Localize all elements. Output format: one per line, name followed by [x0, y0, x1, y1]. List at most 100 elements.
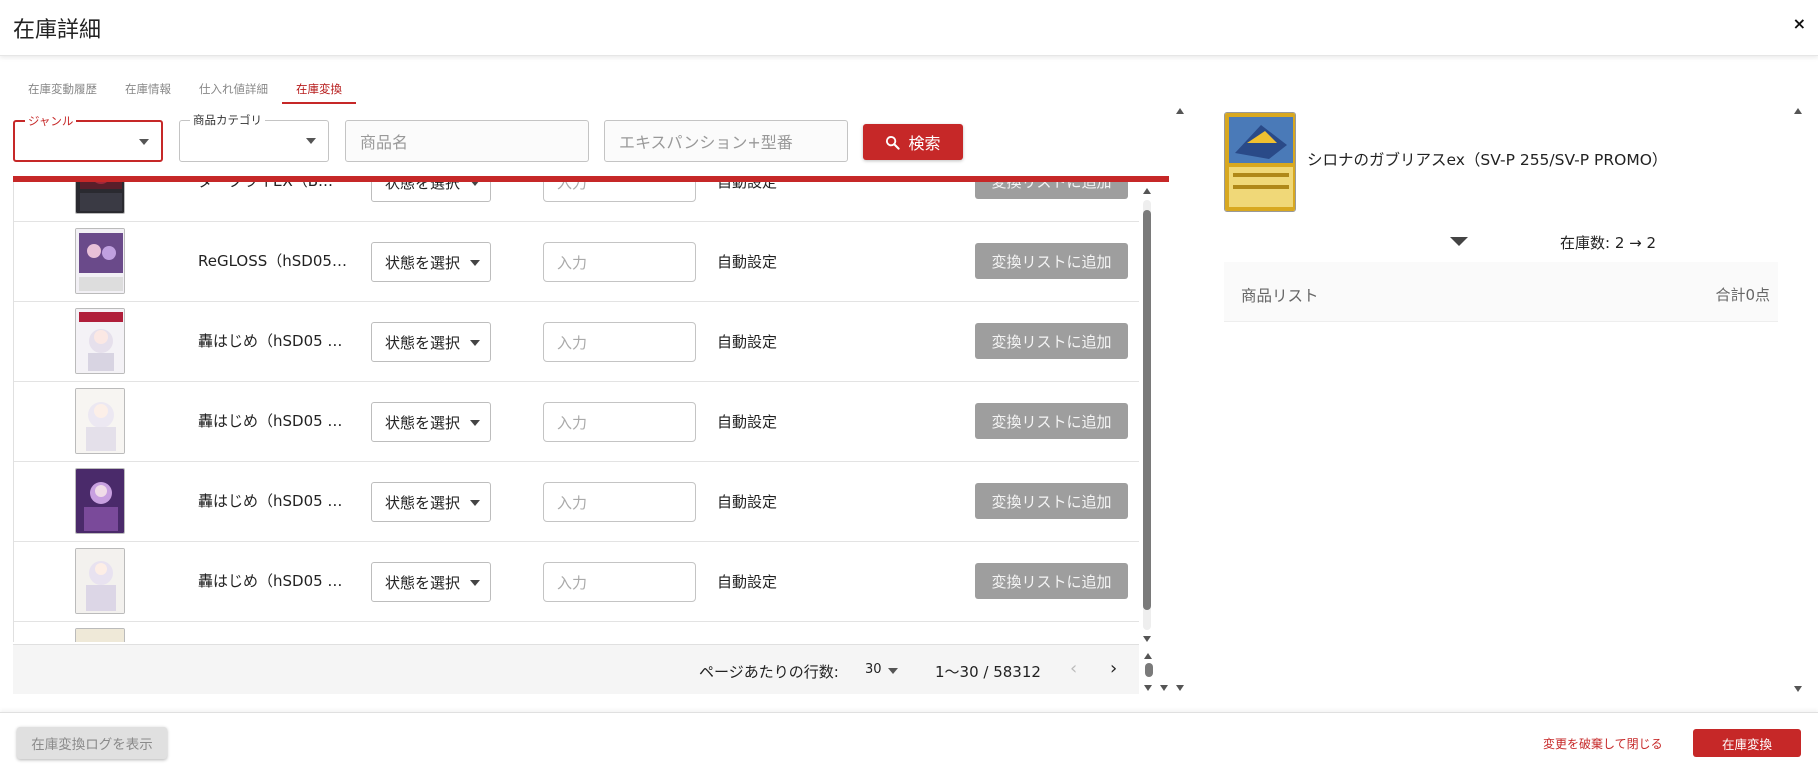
stock-count: 在庫数: 2 → 2	[1560, 234, 1657, 252]
add-to-conversion-list-button[interactable]: 変換リストに追加	[975, 563, 1128, 599]
convert-stock-button[interactable]: 在庫変換	[1693, 729, 1801, 757]
rows-per-page-label: ページあたりの行数:	[699, 663, 839, 681]
product-list-total: 合計0点	[1715, 286, 1770, 304]
next-page-icon[interactable]: ›	[1110, 658, 1117, 679]
rows-per-page-select[interactable]: 30	[865, 662, 882, 677]
product-table: ダークライEX（B… 状態を選択 入力 自動設定 変換リストに追加 ReGLOS…	[13, 182, 1139, 642]
price-auto-setting: 自動設定	[717, 182, 778, 191]
tab-stock-conversion[interactable]: 在庫変換	[282, 78, 356, 104]
scroll-up-icon[interactable]	[1794, 108, 1802, 114]
search-label: 検索	[908, 134, 941, 153]
expansion-input[interactable]: エキスパンション+型番	[604, 120, 848, 162]
chevron-down-icon[interactable]	[888, 668, 898, 674]
expansion-placeholder: エキスパンション+型番	[619, 133, 793, 152]
chevron-down-icon	[470, 500, 480, 506]
quantity-placeholder: 入力	[557, 333, 588, 352]
product-name: 轟はじめ（hSD05 …	[198, 492, 343, 510]
search-button[interactable]: 検索	[863, 124, 963, 160]
scrollbar-thumb[interactable]	[1143, 300, 1151, 610]
chevron-down-icon	[139, 139, 149, 145]
add-to-conversion-list-button[interactable]: 変換リストに追加	[975, 182, 1128, 199]
condition-select[interactable]: 状態を選択	[371, 182, 491, 202]
quantity-input[interactable]: 入力	[543, 242, 696, 282]
filter-bar: ジャンル 商品カテゴリ 商品名 エキスパンション+型番 検索	[13, 106, 1184, 180]
quantity-placeholder: 入力	[557, 413, 588, 432]
scroll-up-icon[interactable]	[1143, 188, 1151, 194]
condition-select-label: 状態を選択	[385, 573, 461, 592]
show-conversion-log-button[interactable]: 在庫変換ログを表示	[17, 727, 167, 759]
category-label: 商品カテゴリ	[190, 112, 265, 128]
table-row: 轟はじめ（hSD05 … 状態を選択 入力 自動設定 変換リストに追加	[14, 462, 1139, 542]
product-list-title: 商品リスト	[1241, 287, 1319, 305]
category-select[interactable]: 商品カテゴリ	[179, 112, 329, 162]
product-name: 轟はじめ（hSD05 …	[198, 572, 343, 590]
condition-select[interactable]: 状態を選択	[371, 322, 491, 362]
prev-page-icon[interactable]: ‹	[1070, 658, 1077, 679]
product-thumbnail	[75, 548, 125, 614]
quantity-placeholder: 入力	[557, 253, 588, 272]
quantity-input[interactable]: 入力	[543, 322, 696, 362]
condition-select-label: 状態を選択	[385, 413, 461, 432]
tab-stock-info[interactable]: 在庫情報	[111, 78, 185, 104]
table-row: 轟はじめ（hSD05 … 状態を選択 入力 自動設定 変換リストに追加	[14, 302, 1139, 382]
page-range: 1〜30 / 58312	[935, 663, 1041, 681]
price-auto-setting: 自動設定	[717, 493, 778, 511]
price-auto-setting: 自動設定	[717, 413, 778, 431]
condition-select[interactable]: 状態を選択	[371, 482, 491, 522]
product-name: ダークライEX（B…	[198, 182, 348, 191]
product-thumbnail	[75, 628, 125, 642]
product-name: ReGLOSS（hSD05 …	[198, 252, 348, 270]
scroll-down-icon[interactable]	[1144, 685, 1152, 691]
panel-scroll-up-icon[interactable]	[1176, 108, 1184, 114]
tab-purchase-price[interactable]: 仕入れ値詳細	[185, 78, 282, 104]
product-name: 轟はじめ（hSD05 …	[198, 332, 343, 350]
quantity-input[interactable]: 入力	[543, 482, 696, 522]
scroll-down-icon[interactable]	[1176, 685, 1184, 691]
condition-select[interactable]: 状態を選択	[371, 402, 491, 442]
table-row: 轟はじめ（hSD05 … 状態を選択 入力 自動設定 変換リストに追加	[14, 382, 1139, 462]
quantity-input[interactable]: 入力	[543, 402, 696, 442]
pagination-bar: ページあたりの行数: 30 1〜30 / 58312 ‹ ›	[13, 644, 1184, 694]
quantity-placeholder: 入力	[557, 493, 588, 512]
quantity-placeholder: 入力	[557, 573, 588, 592]
condition-select-label: 状態を選択	[385, 333, 461, 352]
tab-stock-history[interactable]: 在庫変動履歴	[14, 78, 111, 104]
scroll-down-icon[interactable]	[1794, 686, 1802, 692]
add-to-conversion-list-button[interactable]: 変換リストに追加	[975, 403, 1128, 439]
scroll-down-icon[interactable]	[1160, 685, 1168, 691]
scroll-up-icon[interactable]	[1144, 653, 1152, 659]
product-thumbnail	[75, 388, 125, 454]
conversion-search-panel: ジャンル 商品カテゴリ 商品名 エキスパンション+型番 検索 状態を選択 入力 …	[13, 106, 1184, 696]
add-to-conversion-list-button[interactable]: 変換リストに追加	[975, 243, 1128, 279]
target-product-name: シロナのガブリアスex（SV-P 255/SV-P PROMO）	[1307, 151, 1668, 169]
table-scrollbar[interactable]	[1141, 188, 1153, 643]
quantity-input[interactable]: 入力	[543, 562, 696, 602]
product-name-input[interactable]: 商品名	[345, 120, 589, 162]
scrollbar-thumb[interactable]	[1145, 663, 1153, 677]
product-thumbnail	[75, 228, 125, 294]
close-icon[interactable]: ×	[1793, 14, 1806, 33]
table-row: 轟はじめ（hSD05 … 状態を選択 入力 自動設定 変換リストに追加	[14, 542, 1139, 622]
condition-select-label: 状態を選択	[385, 253, 461, 272]
chevron-down-icon	[470, 260, 480, 266]
product-thumbnail	[75, 182, 125, 214]
add-to-conversion-list-button[interactable]: 変換リストに追加	[975, 483, 1128, 519]
chevron-down-icon	[470, 420, 480, 426]
product-thumbnail	[75, 308, 125, 374]
table-row: ReGLOSS（hSD05 … 状態を選択 入力 自動設定 変換リストに追加	[14, 222, 1139, 302]
quantity-input[interactable]: 入力	[543, 182, 696, 202]
genre-select[interactable]: ジャンル	[13, 113, 163, 162]
chevron-down-icon	[470, 580, 480, 586]
condition-select-label: 状態を選択	[385, 493, 461, 512]
product-name-placeholder: 商品名	[360, 133, 409, 152]
condition-select[interactable]: 状態を選択	[371, 562, 491, 602]
quantity-placeholder: 入力	[557, 182, 588, 192]
add-to-conversion-list-button[interactable]: 変換リストに追加	[975, 323, 1128, 359]
condition-select[interactable]: 状態を選択	[371, 242, 491, 282]
dialog-title: 在庫詳細	[13, 18, 102, 43]
table-row: ダークライEX（B… 状態を選択 入力 自動設定 変換リストに追加	[14, 182, 1139, 222]
discard-and-close-link[interactable]: 変更を破棄して閉じる	[1543, 735, 1663, 752]
product-thumbnail	[75, 468, 125, 534]
scroll-down-icon[interactable]	[1143, 636, 1151, 642]
product-list-header: 商品リスト 合計0点	[1224, 262, 1778, 322]
